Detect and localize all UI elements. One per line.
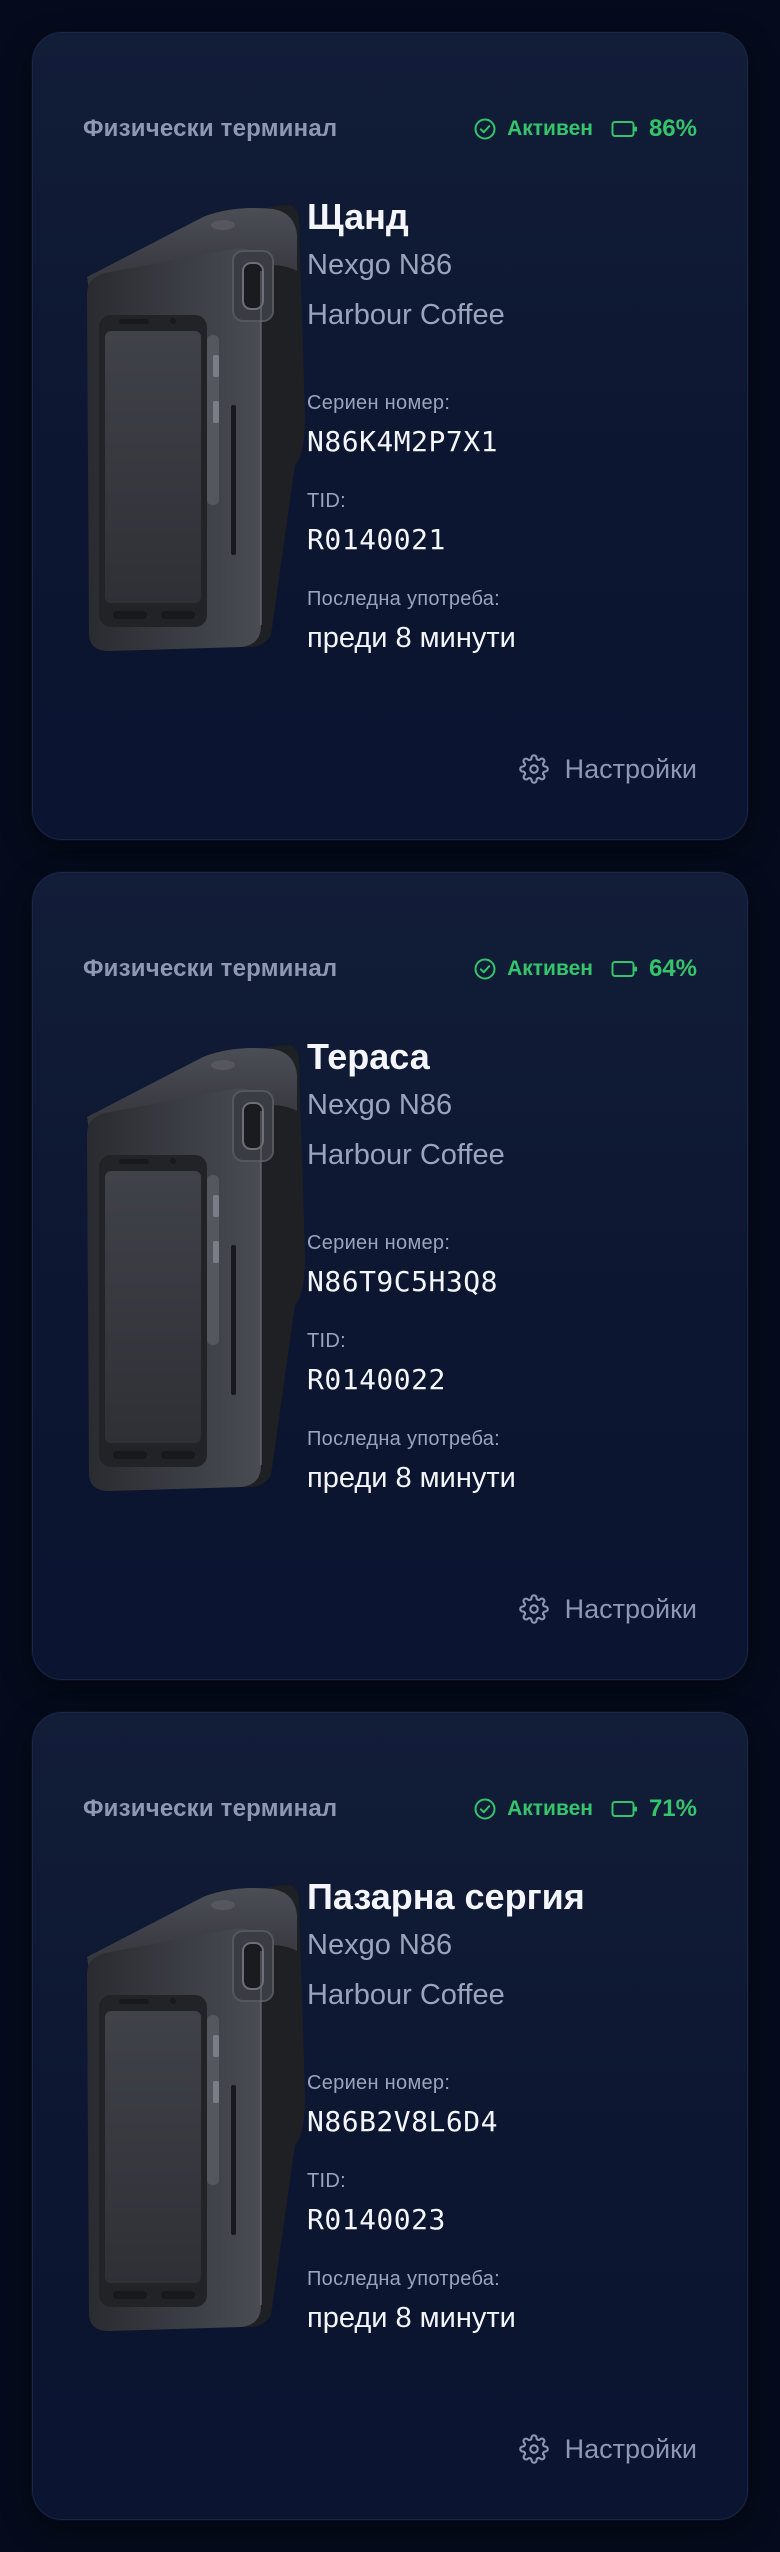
last-used-label: Последна употреба:	[307, 2268, 501, 2290]
last-used-value: преди 8 минути	[307, 622, 516, 654]
terminal-model: Nexgo N86	[307, 1929, 453, 1961]
merchant-name: Harbour Coffee	[307, 1139, 505, 1171]
card-header: Физически терминал Активен	[83, 113, 697, 145]
terminal-card: Физически терминал Активен	[32, 32, 748, 840]
battery-icon	[611, 119, 639, 139]
gear-icon	[518, 754, 549, 784]
battery-icon	[611, 1799, 639, 1819]
last-used-label: Последна употреба:	[307, 1428, 501, 1450]
tid-value: R0140021	[307, 523, 446, 556]
serial-label: Сериен номер:	[307, 2072, 451, 2094]
status-group: Активен 64%	[473, 955, 697, 983]
gear-icon	[518, 1594, 549, 1624]
pos-terminal-image	[83, 204, 309, 651]
settings-label: Настройки	[564, 2433, 697, 2464]
status-label: Активен	[507, 1797, 593, 1820]
terminal-card: Физически терминал Активен	[32, 1712, 748, 2520]
card-type-label: Физически терминал	[83, 1795, 338, 1822]
settings-button[interactable]: Настройки	[518, 2431, 697, 2467]
status-label: Активен	[507, 957, 593, 980]
check-circle-icon	[473, 117, 497, 141]
settings-label: Настройки	[564, 1593, 697, 1624]
terminal-model: Nexgo N86	[307, 249, 453, 281]
last-used-value: преди 8 минути	[307, 1462, 516, 1494]
last-used-label: Последна употреба:	[307, 588, 501, 610]
serial-label: Сериен номер:	[307, 392, 451, 414]
battery-icon	[611, 959, 639, 979]
tid-label: TID:	[307, 2170, 346, 2192]
terminal-list: Физически терминал Активен 86% Щанд Nexg…	[32, 32, 748, 2552]
settings-button[interactable]: Настройки	[518, 751, 697, 787]
terminal-info: Пазарна сергия Nexgo N86 Harbour Coffee …	[307, 1875, 697, 2335]
battery-percentage: 71%	[648, 1795, 697, 1822]
terminal-card: Физически терминал Активен	[32, 872, 748, 1680]
terminal-info: Тераса Nexgo N86 Harbour Coffee Сериен н…	[307, 1035, 697, 1495]
serial-number: N86B2V8L6D4	[307, 2105, 498, 2138]
serial-number: N86K4M2P7X1	[307, 425, 498, 458]
tid-label: TID:	[307, 1330, 346, 1352]
battery-percentage: 86%	[648, 115, 697, 142]
gear-icon	[518, 2434, 549, 2464]
check-circle-icon	[473, 957, 497, 981]
terminal-name: Тераса	[307, 1036, 430, 1077]
serial-number: N86T9C5H3Q8	[307, 1265, 498, 1298]
pos-terminal-image	[83, 1044, 309, 1491]
check-circle-icon	[473, 1797, 497, 1821]
serial-label: Сериен номер:	[307, 1232, 451, 1254]
terminal-name: Пазарна сергия	[307, 1876, 585, 1917]
card-type-label: Физически терминал	[83, 115, 338, 142]
status-group: Активен 86%	[473, 115, 697, 143]
battery-percentage: 64%	[648, 955, 697, 982]
settings-button[interactable]: Настройки	[518, 1591, 697, 1627]
last-used-value: преди 8 минути	[307, 2302, 516, 2334]
tid-value: R0140022	[307, 1363, 446, 1396]
terminal-info: Щанд Nexgo N86 Harbour Coffee Сериен ном…	[307, 195, 697, 655]
pos-terminal-image	[83, 1884, 309, 2331]
terminal-model: Nexgo N86	[307, 1089, 453, 1121]
card-type-label: Физически терминал	[83, 955, 338, 982]
merchant-name: Harbour Coffee	[307, 1979, 505, 2011]
tid-label: TID:	[307, 490, 346, 512]
merchant-name: Harbour Coffee	[307, 299, 505, 331]
tid-value: R0140023	[307, 2203, 446, 2236]
status-group: Активен 71%	[473, 1795, 697, 1823]
card-header: Физически терминал Активен	[83, 953, 697, 985]
terminal-name: Щанд	[307, 196, 409, 237]
card-header: Физически терминал Активен	[83, 1793, 697, 1825]
settings-label: Настройки	[564, 753, 697, 784]
status-label: Активен	[507, 117, 593, 140]
